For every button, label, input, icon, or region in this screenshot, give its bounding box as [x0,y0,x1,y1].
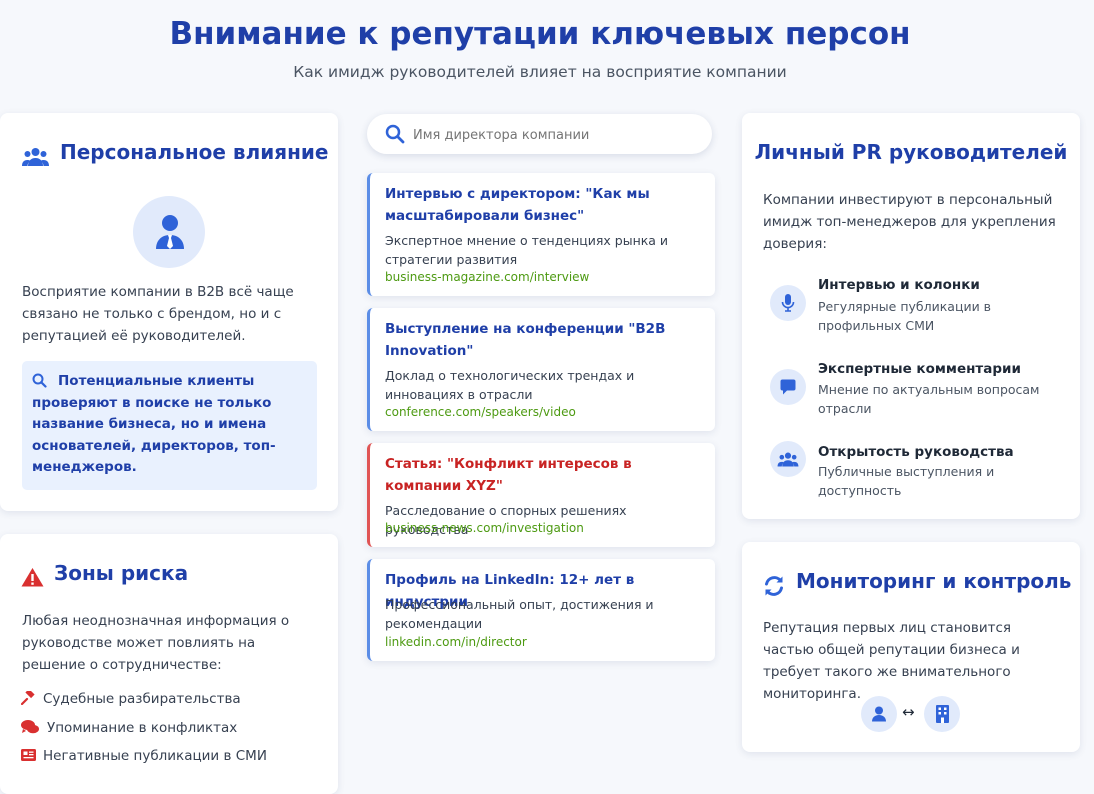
search-icon [385,124,405,148]
sync-icon [763,575,785,601]
result-title[interactable]: Интервью с директором: "Как мы масштабир… [385,183,695,227]
influence-title: Персональное влияние [60,140,329,164]
risk-title: Зоны риска [54,561,189,585]
risk-item: Судебные разбирательства [20,688,241,709]
pr-feature-desc: Мнение по актуальным вопросам отрасли [818,382,1040,416]
director-search[interactable] [367,114,712,154]
gavel-icon [20,688,35,706]
influence-card: Персональное влияние Восприятие компании… [0,113,338,511]
risk-item-label: Судебные разбирательства [43,691,241,707]
risk-item-label: Негативные публикации в СМИ [43,748,267,764]
microphone-icon [781,294,795,312]
newspaper-icon [21,749,36,761]
monitoring-title: Мониторинг и контроль [796,569,1072,593]
influence-highlight: Потенциальные клиенты проверяют в поиске… [22,361,317,490]
pr-feature-icon [770,369,806,405]
result-title[interactable]: Статья: "Конфликт интересов в компании X… [385,453,695,497]
link-arrow: ↔ [902,703,915,721]
pr-feature-title: Экспертные комментарии [818,361,1021,377]
page-subtitle: Как имидж руководителей влияет на воспри… [293,63,787,81]
company-circle [924,696,960,732]
warning-icon [21,567,44,591]
user-tie-icon [156,215,184,249]
search-result-negative[interactable]: Статья: "Конфликт интересов в компании X… [367,443,715,547]
result-url[interactable]: linkedin.com/in/director [385,635,527,649]
result-description: Экспертное мнение о тенденциях рынка и с… [385,233,669,267]
person-avatar [133,196,205,268]
search-input[interactable] [411,122,695,148]
risk-card: Зоны риска Любая неоднозначная информаци… [0,534,338,794]
result-title[interactable]: Выступление на конференции "B2B Innovati… [385,318,695,362]
user-icon [872,706,886,722]
risk-item: Упоминание в конфликтах [21,720,237,738]
pr-feature-icon [770,285,806,321]
pr-feature-title: Интервью и колонки [818,277,980,293]
users-icon [22,146,49,172]
highlight-text: Потенциальные клиенты проверяют в поиске… [32,373,276,475]
result-description: Профессиональный опыт, достижения и реко… [385,597,654,631]
result-url[interactable]: business-news.com/investigation [385,521,584,535]
pr-feature-desc: Регулярные публикации в профильных СМИ [818,299,992,333]
pr-feature-icon [770,441,806,477]
building-icon [936,705,949,723]
pr-feature-title: Открытость руководства [818,444,1014,460]
pr-title: Личный PR руководителей [754,140,1068,164]
pr-feature-desc: Публичные выступления и доступность [818,464,995,498]
influence-text: Восприятие компании в B2B всё чаще связа… [22,284,294,344]
monitoring-card: Мониторинг и контроль Репутация первых л… [742,542,1080,752]
pr-text: Компании инвестируют в персональный имид… [763,192,1056,252]
result-url[interactable]: conference.com/speakers/video [385,405,576,419]
pr-card: Личный PR руководителей Компании инвести… [742,113,1080,519]
users-icon [777,452,799,467]
comments-icon [21,720,39,734]
search-result[interactable]: Интервью с директором: "Как мы масштабир… [367,173,715,296]
page-title: Внимание к репутации ключевых персон [169,16,911,52]
person-circle [861,696,897,732]
risk-item-label: Упоминание в конфликтах [47,720,238,736]
risk-item: Негативные публикации в СМИ [21,748,267,766]
result-description: Доклад о технологических трендах и иннов… [385,368,635,402]
search-result[interactable]: Выступление на конференции "B2B Innovati… [367,308,715,431]
risk-text: Любая неоднозначная информация о руковод… [22,613,290,673]
comment-icon [780,379,796,395]
result-url[interactable]: business-magazine.com/interview [385,270,589,284]
search-result[interactable]: Профиль на LinkedIn: 12+ лет в индустрии… [367,559,715,661]
monitoring-text: Репутация первых лиц становится частью о… [763,620,1020,702]
